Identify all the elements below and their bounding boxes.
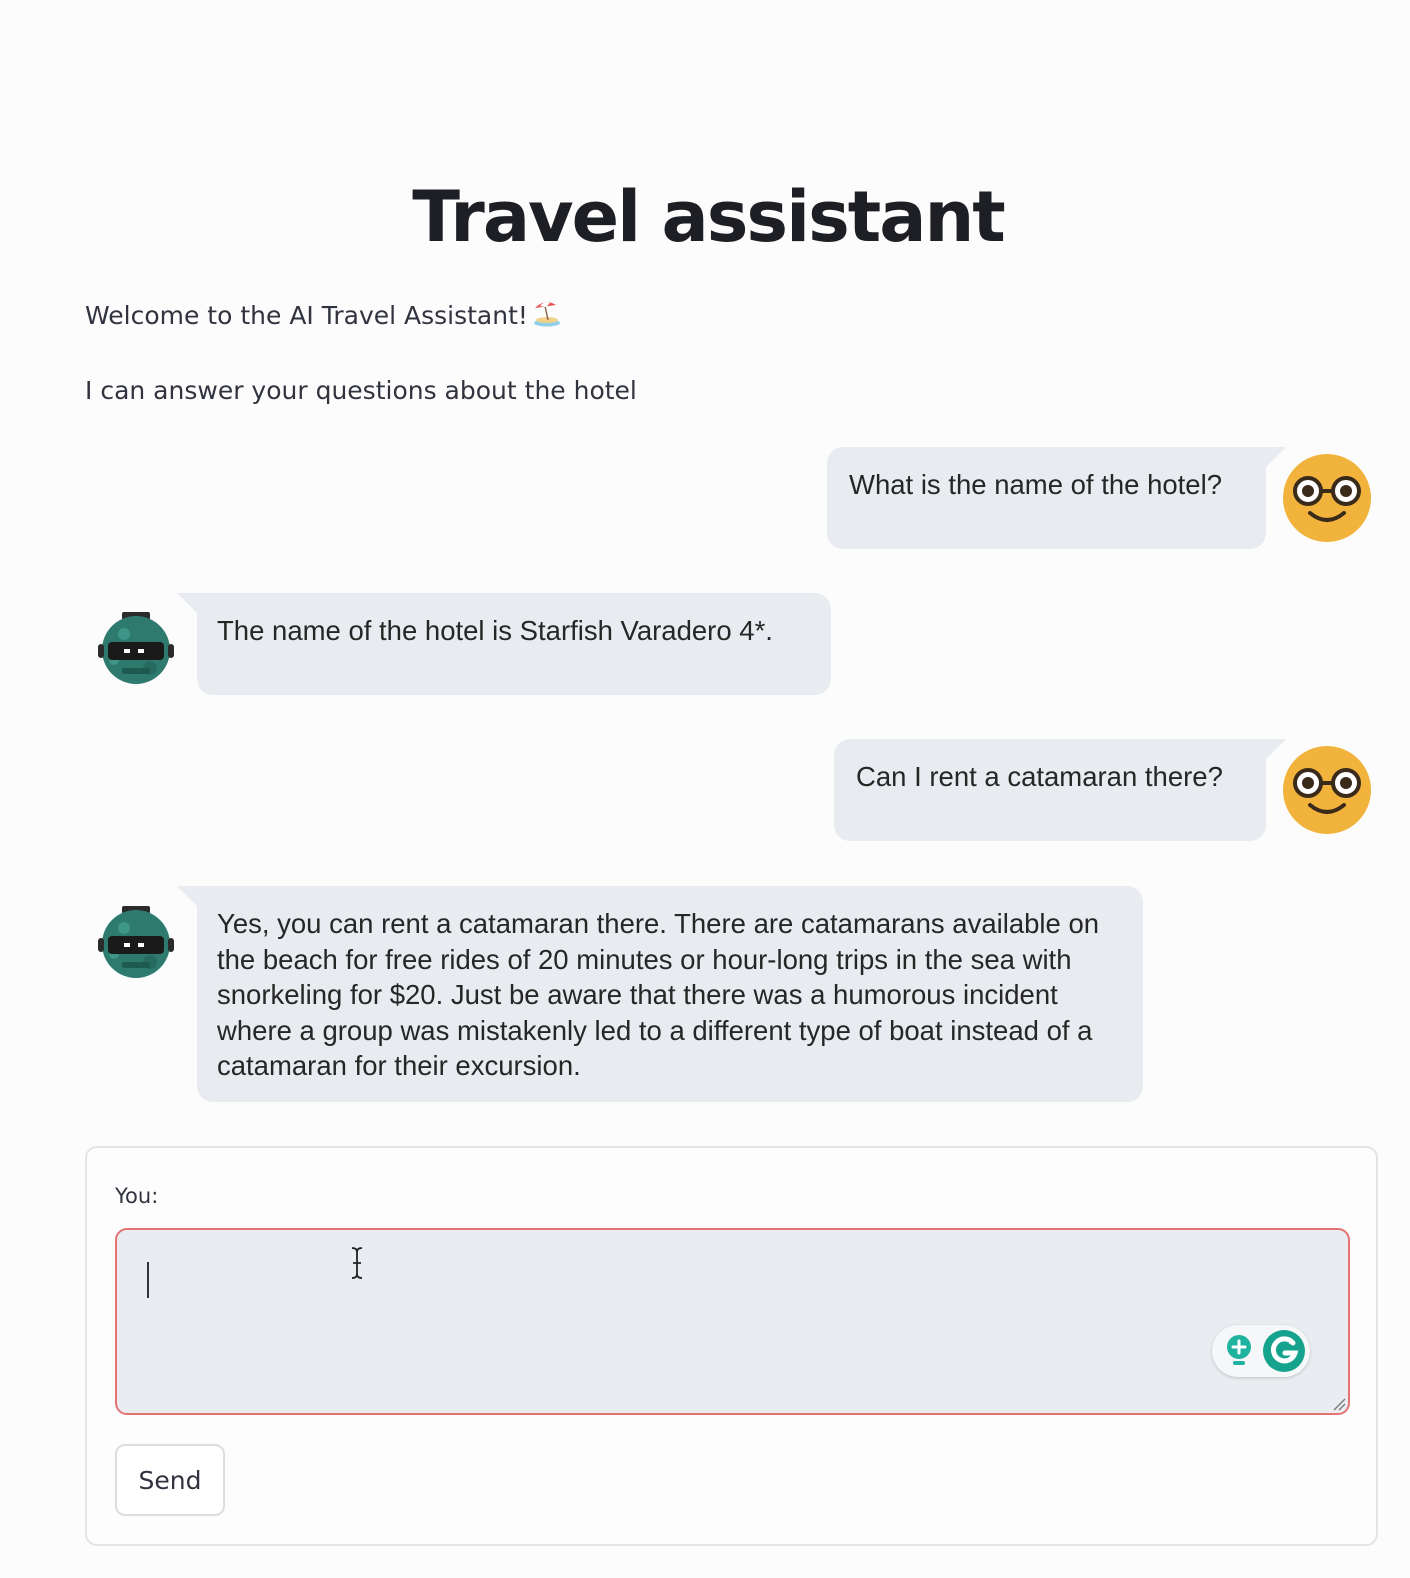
nerd-face-icon [1283, 454, 1371, 542]
chat-message-user: Can I rent a catamaran there? [834, 739, 1286, 841]
chat-input-form: You: Send [85, 1146, 1378, 1546]
nerd-face-icon [1283, 746, 1371, 834]
grammarly-widget[interactable] [1212, 1325, 1310, 1377]
chat-message-user: What is the name of the hotel? [827, 447, 1286, 549]
welcome-label: Welcome to the AI Travel Assistant! [85, 301, 528, 330]
input-label: You: [115, 1184, 159, 1208]
text-cursor-icon [351, 1247, 363, 1279]
chat-message-assistant: The name of the hotel is Starfish Varade… [177, 593, 831, 695]
welcome-text: Welcome to the AI Travel Assistant! [85, 298, 562, 333]
robot-icon [98, 612, 174, 684]
resize-handle-icon[interactable] [1330, 1395, 1346, 1411]
chat-message-assistant: Yes, you can rent a catamaran there. The… [177, 886, 1143, 1102]
send-button[interactable]: Send [115, 1444, 225, 1516]
text-caret [147, 1262, 149, 1298]
message-text: What is the name of the hotel? [849, 469, 1222, 500]
robot-icon [98, 906, 174, 978]
lightbulb-icon[interactable] [1222, 1333, 1256, 1369]
message-text: Yes, you can rent a catamaran there. The… [217, 908, 1100, 1081]
subtitle-text: I can answer your questions about the ho… [85, 376, 637, 405]
message-text: The name of the hotel is Starfish Varade… [217, 615, 773, 646]
message-text: Can I rent a catamaran there? [856, 761, 1223, 792]
message-textarea[interactable] [115, 1228, 1350, 1415]
grammarly-icon[interactable] [1262, 1329, 1306, 1373]
beach-umbrella-icon [533, 302, 560, 327]
page-title: Travel assistant [412, 176, 1006, 258]
